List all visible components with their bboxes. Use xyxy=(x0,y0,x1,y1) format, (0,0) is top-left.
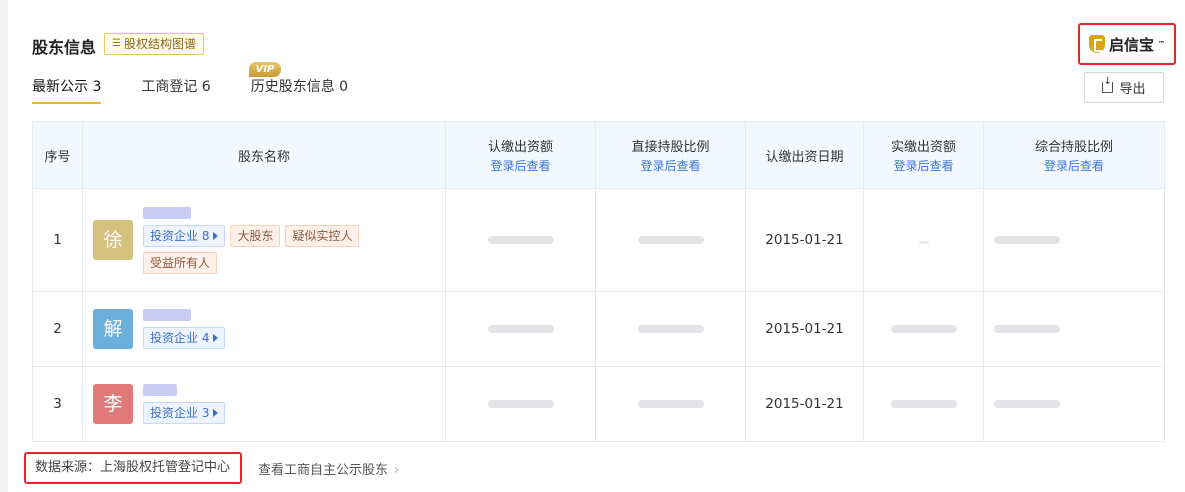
table-row: 2 解 投资企业 4 2015-01-21 xyxy=(32,291,1165,367)
subscribed-cell xyxy=(445,366,596,442)
blurred-value xyxy=(487,325,554,333)
table-row: 3 李 投资企业 3 2015-01-21 xyxy=(32,366,1165,442)
sub-date-cell: 2015-01-21 xyxy=(745,291,864,367)
direct-ratio-cell xyxy=(595,188,746,292)
invest-company-label: 投资企业 3 xyxy=(150,406,210,420)
blurred-value xyxy=(890,325,957,333)
brand-trademark: ™ xyxy=(1158,40,1165,48)
data-source: 数据来源：上海股权托管登记中心 xyxy=(24,452,242,484)
direct-ratio-cell xyxy=(595,366,746,442)
chevron-right-icon: › xyxy=(394,462,400,478)
col-paid: 实缴出资额登录后查看 xyxy=(863,121,984,189)
tab-registration[interactable]: 工商登记 6 xyxy=(141,76,210,104)
blurred-value xyxy=(918,241,929,244)
blurred-shareholder-name[interactable] xyxy=(143,309,191,321)
paid-cell xyxy=(863,188,984,292)
export-label: 导出 xyxy=(1119,82,1146,97)
suspected-controller-tag: 疑似实控人 xyxy=(285,224,360,247)
col-subscribed: 认缴出资额登录后查看 xyxy=(445,121,596,189)
sub-date-cell: 2015-01-21 xyxy=(745,188,864,292)
login-to-view-link[interactable]: 登录后查看 xyxy=(596,157,745,174)
view-self-published-label: 查看工商自主公示股东 xyxy=(258,462,389,478)
login-to-view-link[interactable]: 登录后查看 xyxy=(984,157,1164,174)
vip-badge: VIP xyxy=(249,62,281,77)
blurred-value xyxy=(890,400,957,408)
total-ratio-cell xyxy=(983,366,1165,442)
paid-cell xyxy=(863,291,984,367)
tab-latest[interactable]: 最新公示 3 xyxy=(32,76,102,104)
col-name: 股东名称 xyxy=(82,121,446,189)
invest-company-tag[interactable]: 投资企业 3 xyxy=(143,402,226,424)
caret-right-icon xyxy=(213,231,219,240)
col-paid-label: 实缴出资额 xyxy=(890,140,956,155)
row-seq: 3 xyxy=(32,366,83,442)
blurred-value xyxy=(637,400,704,408)
col-total-ratio-label: 综合持股比例 xyxy=(1034,140,1113,155)
subscribed-cell xyxy=(445,291,596,367)
invest-company-label: 投资企业 4 xyxy=(150,331,210,345)
login-to-view-link[interactable]: 登录后查看 xyxy=(446,157,595,174)
total-ratio-cell xyxy=(983,291,1165,367)
shield-icon xyxy=(1088,35,1105,53)
invest-company-label: 投资企业 8 xyxy=(150,228,210,243)
download-icon xyxy=(1102,76,1114,93)
blurred-value xyxy=(994,236,1060,244)
section-title: 股东信息 xyxy=(32,38,97,57)
avatar: 解 xyxy=(93,309,133,349)
invest-company-tag[interactable]: 投资企业 8 xyxy=(143,224,226,247)
blurred-shareholder-name[interactable] xyxy=(143,206,191,219)
paid-cell xyxy=(863,366,984,442)
blurred-value xyxy=(994,400,1060,408)
blurred-value xyxy=(487,400,554,408)
equity-chart-label: 股权结构图谱 xyxy=(123,37,196,51)
row-seq: 1 xyxy=(32,188,83,292)
col-subscribed-label: 认缴出资额 xyxy=(487,140,553,155)
blurred-shareholder-name[interactable] xyxy=(143,384,177,396)
shareholder-cell: 徐 投资企业 8 大股东 疑似实控人 受益所有人 xyxy=(82,188,446,292)
total-ratio-cell xyxy=(983,188,1165,292)
col-direct-ratio: 直接持股比例登录后查看 xyxy=(595,121,746,189)
view-self-published-link[interactable]: 查看工商自主公示股东 › xyxy=(258,459,399,478)
export-button[interactable]: 导出 xyxy=(1084,72,1164,103)
blurred-value xyxy=(637,236,704,244)
table-row: 1 徐 投资企业 8 大股东 疑似实控人 受益所有人 2015-01-21 xyxy=(32,188,1165,292)
login-to-view-link[interactable]: 登录后查看 xyxy=(864,157,983,174)
shareholder-cell: 解 投资企业 4 xyxy=(82,291,446,367)
blurred-value xyxy=(487,236,554,244)
subscribed-cell xyxy=(445,188,596,292)
sub-date-cell: 2015-01-21 xyxy=(745,366,864,442)
row-seq: 2 xyxy=(32,291,83,367)
caret-right-icon xyxy=(213,409,219,417)
table-footer: 数据来源：上海股权托管登记中心 查看工商自主公示股东 › xyxy=(24,452,399,484)
major-shareholder-tag: 大股东 xyxy=(230,224,281,247)
org-chart-icon: ☰ xyxy=(112,38,121,49)
col-seq: 序号 xyxy=(32,121,83,189)
brand-name: 启信宝 xyxy=(1108,35,1154,54)
tab-bar: 最新公示 3 工商登记 6 历史股东信息 0 xyxy=(32,76,348,104)
col-direct-ratio-label: 直接持股比例 xyxy=(631,140,710,155)
tab-history[interactable]: 历史股东信息 0 xyxy=(251,76,348,104)
blurred-value xyxy=(637,325,704,333)
shareholder-card: 股东信息 ☰ 股权结构图谱 启信宝 ™ VIP 最新公示 3 工商登记 6 历史股… xyxy=(8,0,1185,492)
invest-company-tag[interactable]: 投资企业 4 xyxy=(143,327,226,349)
blurred-value xyxy=(994,325,1060,333)
avatar: 徐 xyxy=(93,220,133,260)
col-total-ratio: 综合持股比例登录后查看 xyxy=(983,121,1165,189)
caret-right-icon xyxy=(213,334,219,342)
beneficial-owner-tag: 受益所有人 xyxy=(143,251,218,274)
shareholder-cell: 李 投资企业 3 xyxy=(82,366,446,442)
equity-chart-link[interactable]: ☰ 股权结构图谱 xyxy=(104,33,204,55)
col-sub-date: 认缴出资日期 xyxy=(745,121,864,189)
direct-ratio-cell xyxy=(595,291,746,367)
table-header-row: 序号 股东名称 认缴出资额登录后查看 直接持股比例登录后查看 认缴出资日期 实缴… xyxy=(32,121,1165,189)
avatar: 李 xyxy=(93,384,133,424)
shareholder-table: 序号 股东名称 认缴出资额登录后查看 直接持股比例登录后查看 认缴出资日期 实缴… xyxy=(32,121,1165,442)
brand-logo: 启信宝 ™ xyxy=(1078,23,1176,65)
